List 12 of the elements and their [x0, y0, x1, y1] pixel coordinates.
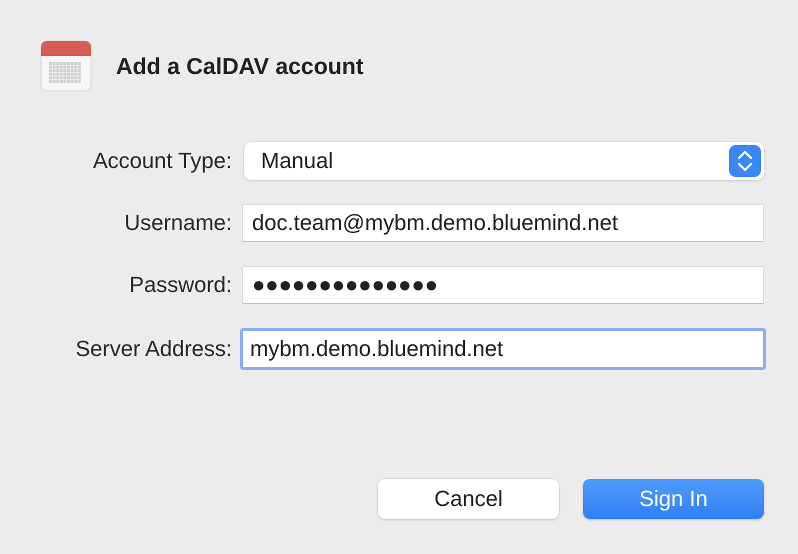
- field-label: Username:: [123, 210, 232, 236]
- field-label: Account Type:: [92, 148, 232, 174]
- account-type-select[interactable]: Manual: [244, 142, 764, 180]
- input-field[interactable]: doc.team@mybm.demo.bluemind.net: [242, 204, 764, 242]
- stepper-icon: [729, 145, 761, 177]
- input-field[interactable]: mybm.demo.bluemind.net: [240, 328, 766, 370]
- input-field[interactable]: ●●●●●●●●●●●●●●: [242, 266, 764, 304]
- dialog-title: Add a CalDAV account: [116, 52, 364, 80]
- field-label: Password:: [128, 272, 232, 298]
- cancel-button[interactable]: Cancel: [378, 479, 559, 519]
- calendar-icon: [40, 40, 92, 92]
- field-label: Server Address:: [74, 336, 232, 362]
